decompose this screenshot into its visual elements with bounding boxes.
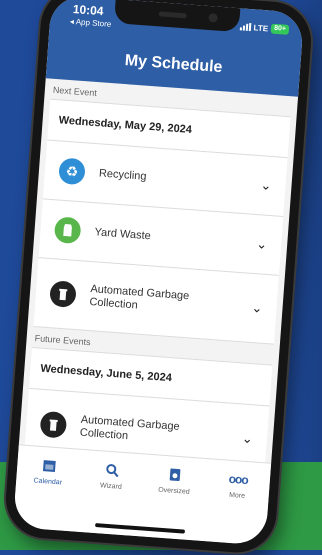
page-title: My Schedule xyxy=(124,51,224,77)
phone-screen: 10:04 ◂ App Store LTE 80+ My Schedule Ne… xyxy=(12,0,305,546)
signal-icon xyxy=(239,22,251,32)
oversized-item-icon xyxy=(167,466,184,483)
calendar-icon xyxy=(40,457,57,474)
wizard-search-icon xyxy=(104,462,121,479)
speaker xyxy=(158,11,187,19)
recycle-icon: ♻ xyxy=(58,157,86,186)
network-type: LTE xyxy=(253,22,269,33)
phone-frame: 10:04 ◂ App Store LTE 80+ My Schedule Ne… xyxy=(3,0,314,555)
status-indicators: LTE 80+ xyxy=(239,21,290,35)
battery-indicator: 80+ xyxy=(270,23,290,35)
tab-label: More xyxy=(228,491,246,500)
camera xyxy=(208,13,218,23)
chevron-down-icon[interactable]: ⌄ xyxy=(251,300,263,317)
next-event-card: Wednesday, May 29, 2024 ♻ Recycling ⌄ Ya… xyxy=(33,98,291,345)
more-icon: ooo xyxy=(228,471,249,488)
event-item-label: Recycling xyxy=(98,166,147,183)
chevron-down-icon[interactable]: ⌄ xyxy=(241,431,253,448)
garbage-cart-icon xyxy=(39,410,68,439)
tab-label: Wizard xyxy=(99,482,123,491)
tab-label: Calendar xyxy=(33,477,63,487)
back-to-app-store-link[interactable]: ◂ App Store xyxy=(70,17,112,29)
chevron-down-icon[interactable]: ⌄ xyxy=(260,177,272,194)
garbage-cart-icon xyxy=(49,280,77,308)
future-event-card: Wednesday, June 5, 2024 Automated Garbag… xyxy=(23,346,273,464)
event-item-label: Yard Waste xyxy=(94,225,152,242)
event-item-label: Automated Garbage Collection xyxy=(79,413,181,443)
tab-calendar[interactable]: Calendar xyxy=(13,445,82,531)
event-item-label: Automated Garbage Collection xyxy=(89,283,190,312)
chevron-down-icon[interactable]: ⌄ xyxy=(256,236,268,253)
yard-waste-bag-icon xyxy=(53,216,82,245)
notch xyxy=(113,0,241,33)
tab-bar: Calendar Wizard Oversized ooo More xyxy=(12,444,272,546)
status-time: 10:04 xyxy=(72,2,105,19)
tab-more[interactable]: ooo More xyxy=(202,459,271,545)
schedule-list[interactable]: Next Event Wednesday, May 29, 2024 ♻ Rec… xyxy=(19,78,298,464)
tab-label: Oversized xyxy=(157,486,190,496)
